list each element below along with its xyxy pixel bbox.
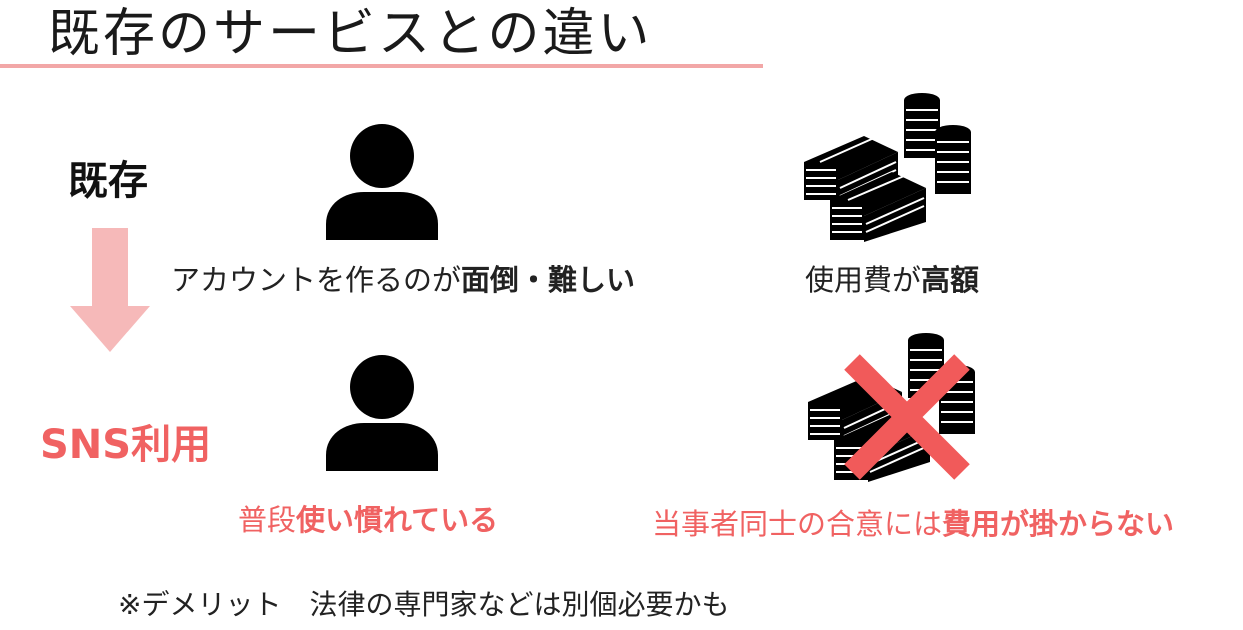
- money-stack-icon: [804, 93, 971, 242]
- caption-account-hassle: アカウントを作るのが面倒・難しい: [171, 263, 636, 297]
- caption-familiar: 普段使い慣れている: [238, 503, 499, 537]
- label-sns: SNS利用: [40, 422, 212, 468]
- caption-no-cost: 当事者同士の合意には費用が掛からない: [652, 507, 1175, 541]
- down-arrow-icon: [70, 228, 150, 352]
- footnote-demerit: ※デメリット 法律の専門家などは別個必要かも: [118, 588, 730, 621]
- label-existing: 既存: [68, 158, 148, 204]
- caption-usage-fee: 使用費が高額: [805, 263, 980, 297]
- cross-icon: [844, 354, 970, 480]
- person-icon: [326, 355, 438, 471]
- page-title: 既存のサービスとの違い: [48, 4, 653, 64]
- person-icon: [326, 124, 438, 240]
- title-underline: [0, 64, 763, 68]
